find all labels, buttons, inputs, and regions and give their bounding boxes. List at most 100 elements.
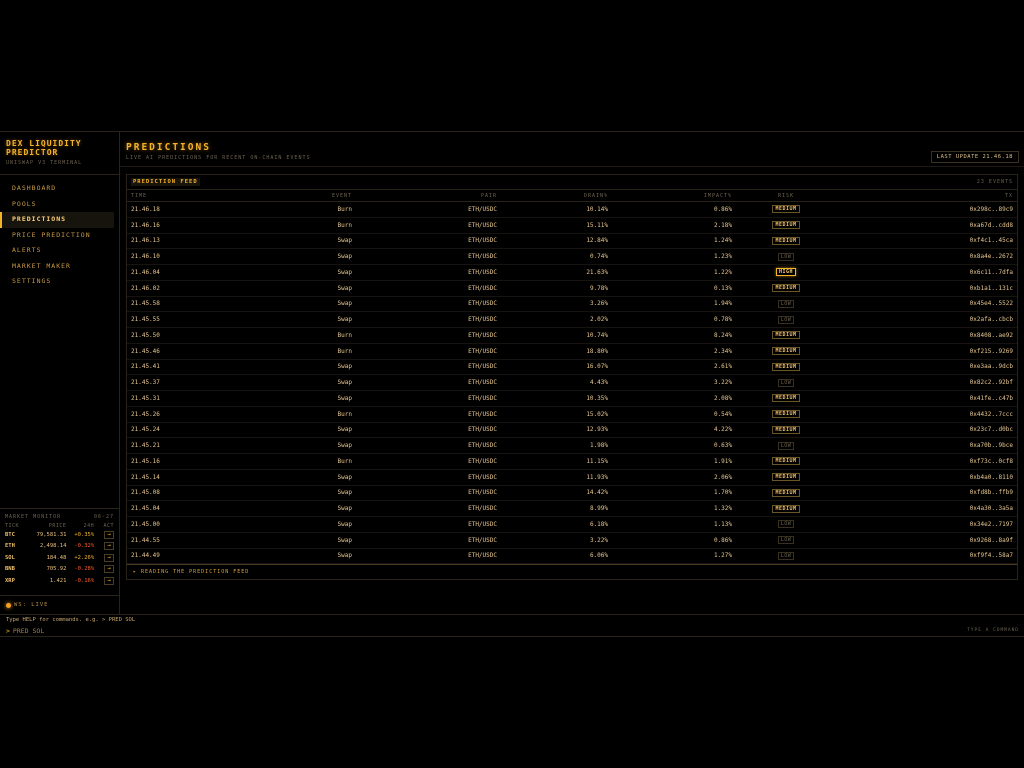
cell-tx[interactable]: 0xf215..9269 xyxy=(836,343,1017,360)
table-row[interactable]: 21.46.16 Burn ETH/USDC 15.11% 2.18% MEDIUM 0xa… xyxy=(127,217,1017,234)
command-line[interactable]: > PRED SOL xyxy=(6,627,44,635)
cell-tx[interactable]: 0x8a4e..2672 xyxy=(836,248,1017,265)
cell-tx[interactable]: 0x4a30..3a5a xyxy=(836,500,1017,517)
ticker: SOL xyxy=(5,554,15,561)
sidebar-item-predictions[interactable]: PREDICTIONS xyxy=(0,212,114,228)
cell-tx[interactable]: 0x2afa..cbcb xyxy=(836,311,1017,328)
cell-time: 21.46.13 xyxy=(127,233,222,250)
risk-badge: MEDIUM xyxy=(772,410,800,419)
sidebar-item-dashboard[interactable]: DASHBOARD xyxy=(0,181,114,197)
cell-tx[interactable]: 0x82c2..92bf xyxy=(836,374,1017,391)
risk-badge: LOW xyxy=(777,299,795,308)
table-row[interactable]: 21.45.41 Swap ETH/USDC 16.07% 2.61% MEDIUM 0xe… xyxy=(127,359,1017,376)
feed-status: ▸ READING THE PREDICTION FEED xyxy=(127,564,1017,579)
table-row[interactable]: 21.45.55 Swap ETH/USDC 2.02% 0.78% LOW 0x2afa.… xyxy=(127,311,1017,328)
cell-tx[interactable]: 0xb1a1..131c xyxy=(836,280,1017,297)
table-row[interactable]: 21.45.04 Swap ETH/USDC 8.99% 1.32% MEDIUM 0x4a… xyxy=(127,500,1017,517)
table-row[interactable]: 21.45.16 Burn ETH/USDC 11.15% 1.91% MEDIUM 0xf… xyxy=(127,453,1017,470)
monitor-row-sol: SOL 184.48 +2.26% → xyxy=(5,552,114,564)
arrow-right-icon[interactable]: → xyxy=(104,576,114,585)
cell-drain: 3.22% xyxy=(501,532,612,549)
cell-tx[interactable]: 0x45e4..5522 xyxy=(836,296,1017,313)
cell-tx[interactable]: 0xa70b..9bce xyxy=(836,437,1017,454)
prompt-icon: > xyxy=(6,627,10,635)
sidebar-item-alerts[interactable]: ALERTS xyxy=(0,243,114,259)
arrow-right-icon[interactable]: → xyxy=(104,553,114,562)
table-row[interactable]: 21.45.46 Burn ETH/USDC 18.80% 2.34% MEDIUM 0xf… xyxy=(127,343,1017,360)
table-row[interactable]: 21.45.08 Swap ETH/USDC 14.42% 1.70% MEDIUM 0xf… xyxy=(127,485,1017,502)
risk-badge: LOW xyxy=(777,378,795,387)
cell-tx[interactable]: 0xf4c1..45ca xyxy=(836,233,1017,250)
col-event: EVENT xyxy=(222,189,356,202)
risk-badge: MEDIUM xyxy=(772,425,800,434)
cell-time: 21.44.55 xyxy=(127,532,222,549)
table-row[interactable]: 21.45.00 Swap ETH/USDC 6.18% 1.13% LOW 0x34e2.… xyxy=(127,516,1017,533)
cell-tx[interactable]: 0xa67d..cdd8 xyxy=(836,217,1017,234)
cell-impact: 1.23% xyxy=(612,248,736,265)
risk-badge: MEDIUM xyxy=(772,347,800,356)
cell-tx[interactable]: 0xf9f4..58a7 xyxy=(836,548,1017,565)
cell-tx[interactable]: 0x8408..ae92 xyxy=(836,327,1017,344)
sidebar: DEX LIQUIDITY PREDICTOR UNISWAP V3 TERMI… xyxy=(0,132,120,614)
arrow-right-icon[interactable]: → xyxy=(104,565,114,574)
table-row[interactable]: 21.44.49 Swap ETH/USDC 6.06% 1.27% LOW 0xf9f4.… xyxy=(127,548,1017,565)
command-bar: Type HELP for commands. e.g. > PRED SOL … xyxy=(0,614,1024,638)
cell-risk: MEDIUM xyxy=(736,390,836,407)
cell-tx[interactable]: 0x23c7..d0bc xyxy=(836,422,1017,439)
cell-risk: MEDIUM xyxy=(736,280,836,297)
risk-badge: MEDIUM xyxy=(772,331,800,340)
table-row[interactable]: 21.45.58 Swap ETH/USDC 3.26% 1.94% LOW 0x45e4.… xyxy=(127,296,1017,313)
cell-tx[interactable]: 0x298c..89c9 xyxy=(836,201,1017,218)
cell-tx[interactable]: 0xe3aa..9dcb xyxy=(836,359,1017,376)
col-tx: TX xyxy=(836,189,1017,202)
column-price: PRICE xyxy=(48,523,67,529)
table-row[interactable]: 21.46.10 Swap ETH/USDC 0.74% 1.23% LOW 0x8a4e.… xyxy=(127,248,1017,265)
market-monitor-count: 06-27 xyxy=(93,514,114,520)
cell-tx[interactable]: 0xfd8b..ffb9 xyxy=(836,485,1017,502)
cell-drain: 10.35% xyxy=(501,390,612,407)
cell-tx[interactable]: 0xb4a0..8110 xyxy=(836,469,1017,486)
table-row[interactable]: 21.46.18 Burn ETH/USDC 10.14% 0.86% MEDIUM 0x2… xyxy=(127,201,1017,218)
price: 2,498.14 xyxy=(39,543,67,550)
cell-tx[interactable]: 0x41fe..c47b xyxy=(836,390,1017,407)
cell-impact: 3.22% xyxy=(612,374,736,391)
sidebar-item-market-maker[interactable]: MARKET MAKER xyxy=(0,259,114,275)
sidebar-item-settings[interactable]: SETTINGS xyxy=(0,274,114,290)
risk-badge: LOW xyxy=(777,520,795,529)
cell-event: Swap xyxy=(222,437,356,454)
table-row[interactable]: 21.45.50 Burn ETH/USDC 10.74% 8.24% MEDIUM 0x8… xyxy=(127,327,1017,344)
table-row[interactable]: 21.46.02 Swap ETH/USDC 9.78% 0.13% MEDIUM 0xb1… xyxy=(127,280,1017,297)
table-row[interactable]: 21.45.24 Swap ETH/USDC 12.93% 4.22% MEDIUM 0x2… xyxy=(127,422,1017,439)
table-row[interactable]: 21.46.04 Swap ETH/USDC 21.63% 1.22% HIGH 0x6c1… xyxy=(127,264,1017,281)
command-input[interactable]: PRED SOL xyxy=(13,627,44,635)
cell-time: 21.45.00 xyxy=(127,516,222,533)
arrow-right-icon[interactable]: → xyxy=(104,542,114,551)
sidebar-item-price-prediction[interactable]: PRICE PREDICTION xyxy=(0,228,114,244)
cell-tx[interactable]: 0x6c11..7dfa xyxy=(836,264,1017,281)
cell-event: Swap xyxy=(222,233,356,250)
cell-drain: 21.63% xyxy=(501,264,612,281)
change-24h: -0.32% xyxy=(74,543,95,550)
table-row[interactable]: 21.45.14 Swap ETH/USDC 11.93% 2.06% MEDIUM 0xb… xyxy=(127,469,1017,486)
cell-tx[interactable]: 0xf73c..0cf8 xyxy=(836,453,1017,470)
table-row[interactable]: 21.45.37 Swap ETH/USDC 4.43% 3.22% LOW 0x82c2.… xyxy=(127,374,1017,391)
price: 79,581.31 xyxy=(36,531,67,538)
sidebar-item-pools[interactable]: POOLS xyxy=(0,197,114,213)
table-row[interactable]: 21.45.21 Swap ETH/USDC 1.98% 0.63% LOW 0xa70b.… xyxy=(127,437,1017,454)
arrow-right-icon[interactable]: → xyxy=(104,530,114,539)
cell-impact: 8.24% xyxy=(612,327,736,344)
cell-tx[interactable]: 0x4432..7ccc xyxy=(836,406,1017,423)
cell-event: Swap xyxy=(222,485,356,502)
header-divider xyxy=(120,166,1024,167)
cell-event: Swap xyxy=(222,516,356,533)
cell-tx[interactable]: 0x34e2..7197 xyxy=(836,516,1017,533)
table-row[interactable]: 21.45.26 Burn ETH/USDC 15.02% 0.54% MEDIUM 0x4… xyxy=(127,406,1017,423)
market-monitor-columns: TICK PRICE 24H ACT xyxy=(5,523,114,529)
cell-tx[interactable]: 0x9268..8a9f xyxy=(836,532,1017,549)
table-row[interactable]: 21.45.31 Swap ETH/USDC 10.35% 2.08% MEDIUM 0x4… xyxy=(127,390,1017,407)
table-header-row: TIME EVENT PAIR DRAIN% IMPACT% RISK TX xyxy=(127,189,1017,202)
cell-pair: ETH/USDC xyxy=(356,264,501,281)
cell-impact: 2.08% xyxy=(612,390,736,407)
table-row[interactable]: 21.46.13 Swap ETH/USDC 12.84% 1.24% MEDIUM 0xf… xyxy=(127,233,1017,250)
table-row[interactable]: 21.44.55 Swap ETH/USDC 3.22% 0.86% LOW 0x9268.… xyxy=(127,532,1017,549)
